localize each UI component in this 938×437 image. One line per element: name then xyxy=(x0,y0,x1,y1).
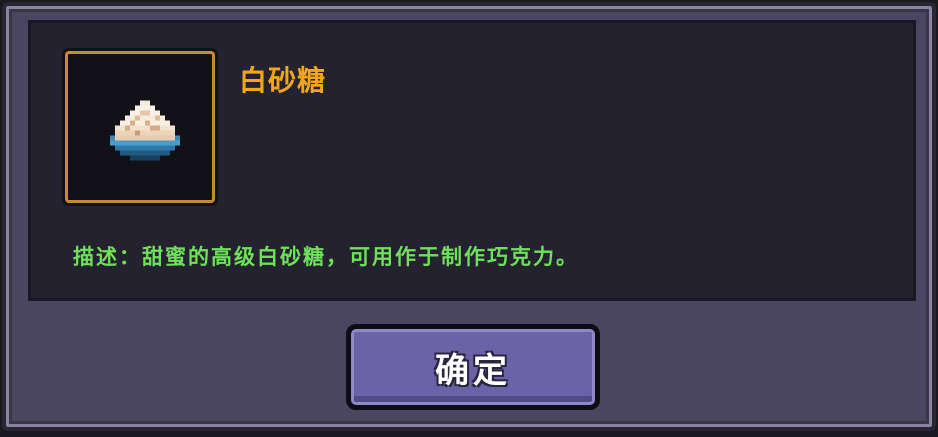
item-info-dialog: 白砂糖 描述：甜蜜的高级白砂糖，可用作于制作巧克力。 确定 xyxy=(2,2,936,431)
item-info-panel: 白砂糖 描述：甜蜜的高级白砂糖，可用作于制作巧克力。 xyxy=(28,20,916,301)
item-name: 白砂糖 xyxy=(239,64,327,97)
item-description: 描述：甜蜜的高级白砂糖，可用作于制作巧克力。 xyxy=(73,245,579,269)
item-slot-frame xyxy=(65,51,215,203)
confirm-button-label: 确定 xyxy=(435,350,511,391)
confirm-button[interactable]: 确定 xyxy=(346,324,600,410)
white-sugar-icon xyxy=(110,100,180,161)
